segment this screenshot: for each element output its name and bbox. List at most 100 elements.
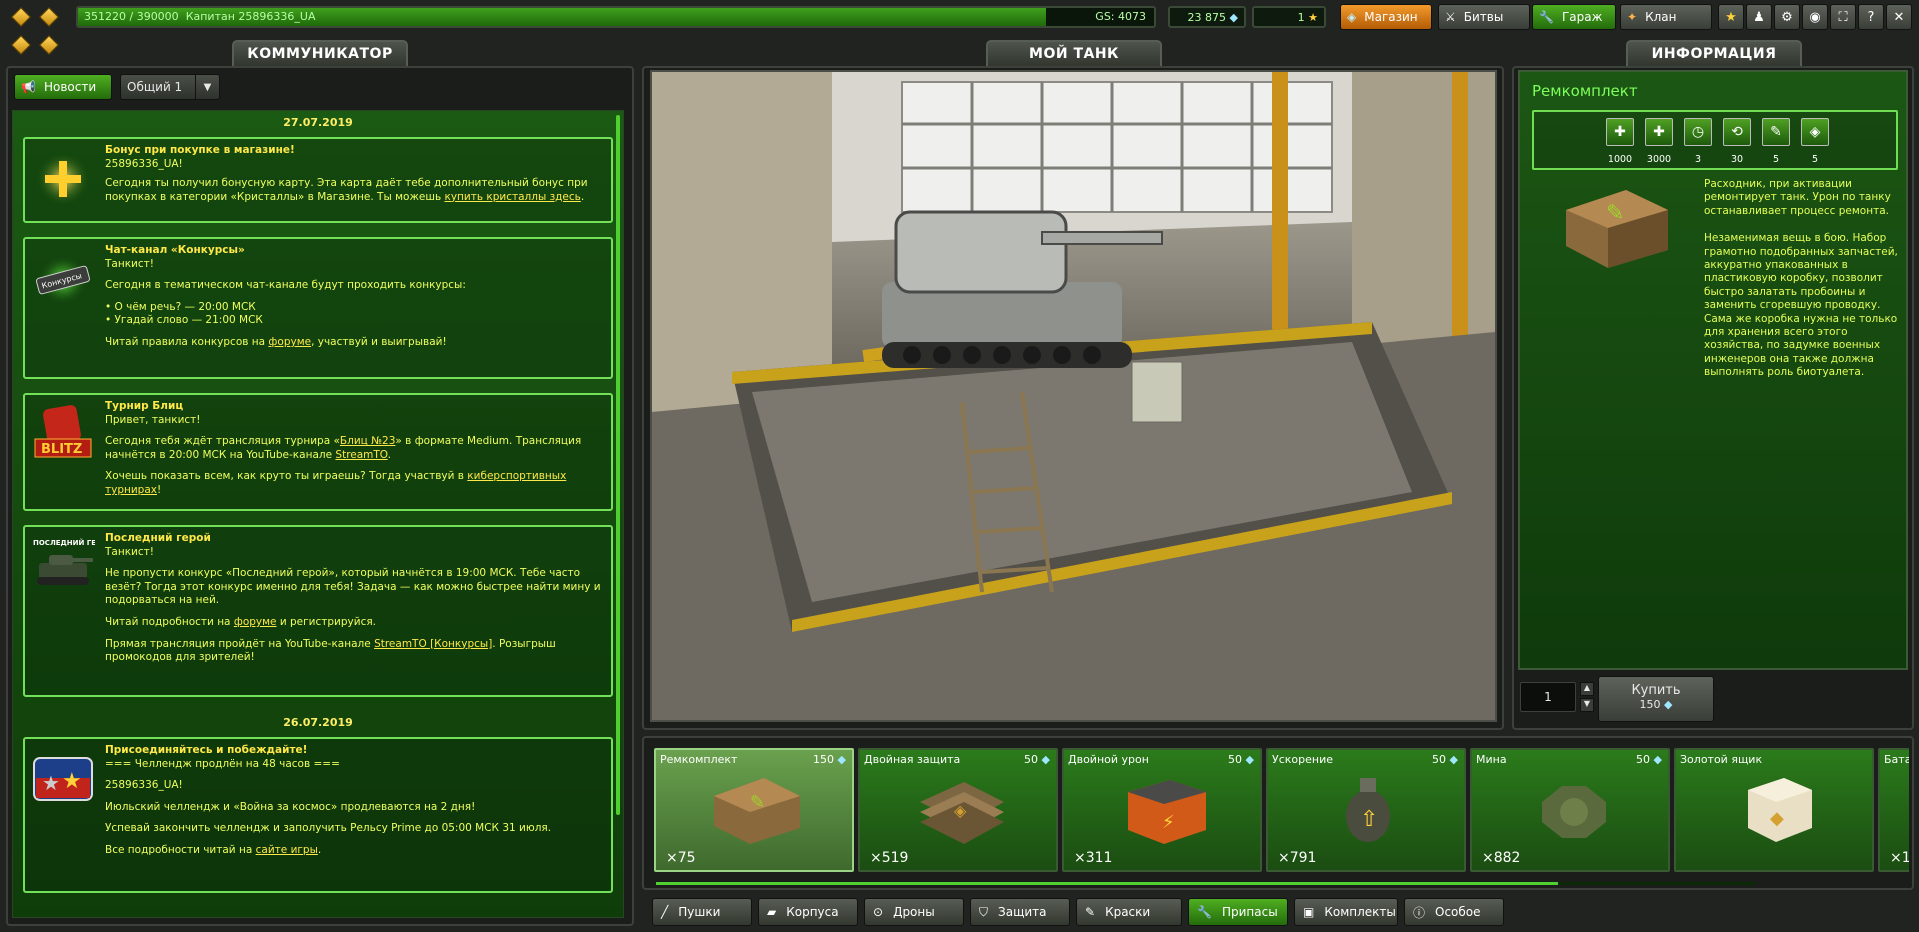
- news-text: 25896336_UA!: [105, 779, 183, 792]
- news-item: ★ ★ Присоединяйтесь и побеждайте! === Чел…: [23, 737, 613, 893]
- news-text: Прямая трансляция пройдёт на YouTube-кан…: [105, 637, 556, 664]
- news-text: • Угадай слово — 21:00 МСК: [105, 314, 263, 327]
- repair-kit-crate-icon: ✎: [714, 778, 800, 844]
- help-icon[interactable]: ?: [1858, 4, 1884, 30]
- category-cannons[interactable]: ╱ Пушки: [652, 898, 752, 926]
- property-value: 3: [1694, 154, 1702, 165]
- buy-crystals-link[interactable]: купить кристаллы здесь: [445, 191, 581, 203]
- news-title: Присоединяйтесь и побеждайте!: [105, 744, 308, 756]
- challenge-stars-icon: ★ ★: [31, 747, 95, 811]
- kit-icon: ▣: [1303, 905, 1315, 919]
- garage-button[interactable]: 🔧 Гараж: [1532, 4, 1616, 30]
- double-damage-icon: ⚡: [1128, 780, 1206, 844]
- heal-icon: ✚: [1606, 118, 1634, 146]
- news-title: Чат-канал «Конкурсы»: [105, 244, 245, 256]
- contests-channel-icon: Конкурсы: [31, 247, 95, 311]
- blitz-link[interactable]: Блиц №23: [340, 435, 396, 447]
- category-special[interactable]: ⓘ Особое: [1404, 898, 1504, 926]
- buy-button[interactable]: Купить 150 ◆: [1598, 676, 1714, 722]
- shield-icon: ⛉: [979, 904, 989, 919]
- shop-button[interactable]: ◈ Магазин: [1340, 4, 1432, 30]
- news-date: 27.07.2019: [283, 116, 353, 129]
- news-date: 26.07.2019: [283, 716, 353, 729]
- clan-button[interactable]: ✦ Клан: [1620, 4, 1712, 30]
- category-drones[interactable]: ⊙ Дроны: [864, 898, 964, 926]
- game-site-link[interactable]: сайте игры: [256, 844, 318, 856]
- close-icon[interactable]: ✕: [1886, 4, 1912, 30]
- garage-3d-view[interactable]: [650, 70, 1497, 722]
- news-item: Конкурсы Чат-канал «Конкурсы» Танкист! С…: [23, 237, 613, 379]
- crystals-counter: 23 875 ◆: [1168, 6, 1246, 28]
- chevron-down-icon: ▼: [195, 75, 219, 99]
- news-title: Бонус при покупке в магазине!: [105, 144, 295, 156]
- category-protection[interactable]: ⛉ Защита: [970, 898, 1070, 926]
- news-text: Хочешь показать всем, как круто ты играе…: [105, 470, 567, 496]
- news-text: Читай правила конкурсов на форуме, участ…: [105, 335, 447, 348]
- svg-text:◈: ◈: [954, 801, 967, 820]
- game-window: { "topbar": { "xp": "351220 / 390000", "…: [0, 0, 1919, 932]
- buy-button-label: Купить: [1631, 683, 1681, 698]
- category-paints[interactable]: ✎ Краски: [1076, 898, 1182, 926]
- news-button[interactable]: 📢 Новости: [14, 74, 112, 100]
- supply-item[interactable]: Батар ×1: [1878, 748, 1909, 872]
- category-hulls[interactable]: ▰ Корпуса: [758, 898, 858, 926]
- svg-text:⚡: ⚡: [1162, 812, 1175, 833]
- gold-box-icon: ◆: [1748, 778, 1812, 842]
- fullscreen-icon[interactable]: ⛶: [1830, 4, 1856, 30]
- news-text: Сегодня ты получил бонусную карту. Эта к…: [105, 177, 588, 203]
- gear-score: GS: 4073: [1095, 10, 1146, 23]
- quantity-up-icon[interactable]: ▲: [1580, 682, 1594, 696]
- experience-bar: 351220 / 390000 Капитан 25896336_UA GS: …: [76, 6, 1156, 28]
- news-text: Не пропусти конкурс «Последний герой», к…: [105, 567, 601, 607]
- news-scrollbar[interactable]: [616, 115, 620, 815]
- battles-button[interactable]: ⚔ Битвы: [1438, 4, 1530, 30]
- crystal-icon: ◆: [1664, 698, 1673, 711]
- news-text: Читай подробности на форуме и регистриру…: [105, 615, 376, 628]
- repair-icon: ✎: [1762, 118, 1790, 146]
- supply-item[interactable]: Ремкомплект 150 ◆ ✎ ×75: [654, 748, 854, 872]
- supply-item[interactable]: Двойная защита 50 ◆ ◈ ×519: [858, 748, 1058, 872]
- duration-icon: ◷: [1684, 118, 1712, 146]
- item-info: Ремкомплект ✚ ✚ ◷ ⟲ ✎ ◈ 1000 3000 3 30 5…: [1518, 70, 1908, 670]
- news-item: Бонус при покупке в магазине! 25896336_U…: [23, 137, 613, 223]
- star-icon[interactable]: ★: [1718, 4, 1744, 30]
- crossed-swords-icon: ⚔: [1445, 10, 1456, 24]
- category-supplies[interactable]: 🔧 Припасы: [1188, 898, 1288, 926]
- supplies-scrollbar[interactable]: [656, 882, 1756, 885]
- buy-price: 150: [1639, 698, 1661, 711]
- news-title: Турнир Блиц: [105, 400, 184, 412]
- settings-gear-icon[interactable]: ⚙: [1774, 4, 1800, 30]
- supply-item[interactable]: Ускорение 50 ◆ ⇧ ×791: [1266, 748, 1466, 872]
- quantity-down-icon[interactable]: ▼: [1580, 698, 1594, 712]
- property-value: 3000: [1646, 154, 1672, 165]
- forum-link[interactable]: форуме: [268, 336, 311, 348]
- streamto-link[interactable]: StreamTO: [335, 449, 387, 461]
- item-title: Ремкомплект: [1532, 82, 1638, 100]
- supply-item[interactable]: Золотой ящик ◆: [1674, 748, 1874, 872]
- category-kits[interactable]: ▣ Комплекты: [1294, 898, 1398, 926]
- streamto-contests-link[interactable]: StreamTO [Конкурсы]: [374, 638, 492, 650]
- medal-icon: ✦: [1627, 10, 1638, 24]
- news-title: Последний герой: [105, 532, 211, 544]
- supply-item[interactable]: Двойной урон 50 ◆ ⚡ ×311: [1062, 748, 1262, 872]
- shield-icon: ◈: [1801, 118, 1829, 146]
- tab-communicator[interactable]: КОММУНИКАТОР: [232, 40, 408, 66]
- hull-icon: ▰: [767, 905, 777, 919]
- friends-icon[interactable]: ♟: [1746, 4, 1772, 30]
- tab-information[interactable]: ИНФОРМАЦИЯ: [1626, 40, 1802, 66]
- channel-select-value: Общий 1: [127, 80, 183, 94]
- forum-link[interactable]: форуме: [234, 616, 277, 628]
- sound-icon[interactable]: ◉: [1802, 4, 1828, 30]
- speed-boost-icon: ⇧: [1346, 778, 1390, 842]
- drone-icon: ⊙: [873, 905, 884, 919]
- wrench-icon: 🔧: [1539, 10, 1554, 24]
- blitz-tournament-icon: BLITZ: [31, 403, 95, 467]
- plus-bonus-icon: [31, 147, 95, 211]
- channel-select[interactable]: Общий 1 ▼: [120, 74, 220, 100]
- exclamation-icon: ⓘ: [1413, 905, 1426, 920]
- tab-my-tank[interactable]: МОЙ ТАНК: [986, 40, 1162, 66]
- quantity-input[interactable]: 1: [1520, 682, 1576, 712]
- megaphone-icon: 📢: [21, 80, 36, 94]
- double-armor-icon: ◈: [920, 782, 1004, 844]
- supply-item[interactable]: Мина 50 ◆ ×882: [1470, 748, 1670, 872]
